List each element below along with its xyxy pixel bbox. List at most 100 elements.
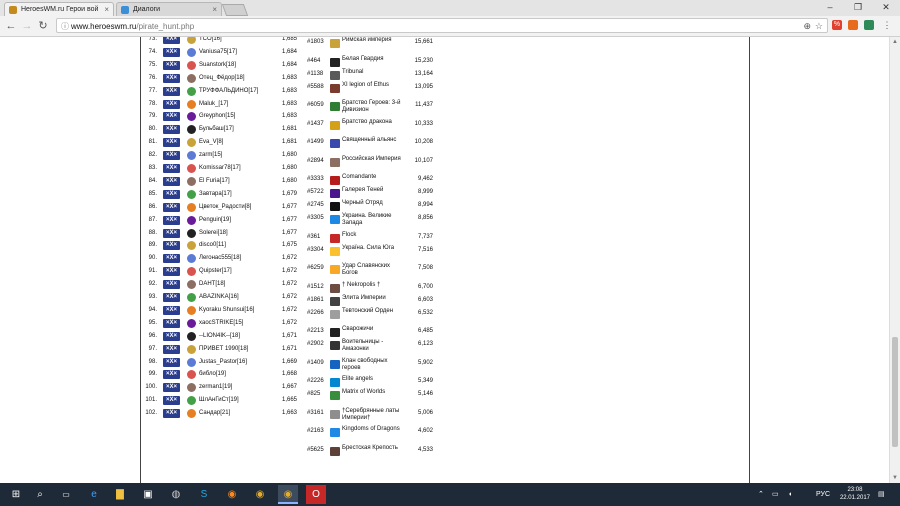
clan-name-link[interactable]: † Nekropolis †: [342, 282, 404, 289]
back-button[interactable]: ←: [4, 19, 18, 33]
extension-percent-icon[interactable]: %: [832, 20, 842, 30]
extension-orange-icon[interactable]: [848, 20, 858, 30]
clan-name-link[interactable]: Україна. Сила Юга: [342, 245, 404, 252]
clan-id-link[interactable]: #2266: [307, 310, 329, 317]
maximize-button[interactable]: ❐: [844, 0, 872, 14]
clan-id-link[interactable]: #1499: [307, 139, 329, 146]
clan-id-link[interactable]: #3305: [307, 215, 329, 222]
minimize-button[interactable]: –: [816, 0, 844, 14]
chrome-active-icon[interactable]: ◉: [278, 485, 298, 504]
clan-id-link[interactable]: #1437: [307, 121, 329, 128]
player-nick-link[interactable]: zerman1[19]: [199, 381, 232, 394]
player-nick-link[interactable]: Maluk_[17]: [199, 98, 228, 111]
clan-name-link[interactable]: Клан свободных героев: [342, 358, 404, 372]
app-icon[interactable]: ◍: [166, 485, 186, 504]
clan-name-link[interactable]: Tribunal: [342, 69, 404, 76]
bookmark-star-icon[interactable]: ☆: [815, 19, 823, 34]
forward-button[interactable]: →: [20, 19, 34, 33]
clan-id-link[interactable]: #2745: [307, 202, 329, 209]
clan-name-link[interactable]: Воительницы - Амазонки: [342, 339, 404, 353]
clan-id-link[interactable]: #6059: [307, 102, 329, 109]
player-nick-link[interactable]: El Furia[17]: [199, 175, 230, 188]
language-indicator[interactable]: РУС: [816, 483, 830, 506]
tab-heroeswm[interactable]: HeroesWM.ru Герои вой ×: [4, 2, 114, 16]
tray-up-icon[interactable]: ⌃: [758, 483, 764, 506]
player-nick-link[interactable]: ШлАнГиСт[19]: [199, 394, 239, 407]
skype-icon[interactable]: S: [194, 485, 214, 504]
clan-id-link[interactable]: #464: [307, 58, 329, 65]
player-nick-link[interactable]: zarm[15]: [199, 149, 222, 162]
address-bar[interactable]: ⓘ www.heroeswm.ru/pirate_hunt.php ⊕ ☆: [56, 18, 828, 33]
clan-id-link[interactable]: #3161: [307, 410, 329, 417]
clan-id-link[interactable]: #3304: [307, 247, 329, 254]
clan-id-link[interactable]: #5588: [307, 84, 329, 91]
task-view-icon[interactable]: ▭: [56, 485, 76, 504]
zoom-icon[interactable]: ⊕: [803, 19, 811, 34]
close-tab-icon[interactable]: ×: [212, 3, 217, 16]
scroll-down-icon[interactable]: ▼: [890, 473, 900, 483]
clan-id-link[interactable]: #361: [307, 234, 329, 241]
player-nick-link[interactable]: Завтара[17]: [199, 188, 232, 201]
notifications-icon[interactable]: ▤: [878, 483, 885, 506]
chrome-icon[interactable]: ◉: [250, 485, 270, 504]
clan-id-link[interactable]: #1803: [307, 39, 329, 46]
clan-name-link[interactable]: Священный альянс: [342, 137, 404, 144]
edge-icon[interactable]: e: [84, 485, 104, 504]
extension-green-icon[interactable]: [864, 20, 874, 30]
clan-name-link[interactable]: Элита Империи: [342, 295, 404, 302]
player-nick-link[interactable]: Лeroнас555[18]: [199, 252, 241, 265]
clan-id-link[interactable]: #2902: [307, 341, 329, 348]
player-nick-link[interactable]: Цветок_Радости[8]: [199, 201, 251, 214]
page-scrollbar[interactable]: ▲ ▼: [889, 37, 900, 483]
network-icon[interactable]: ▭: [772, 483, 779, 506]
clan-name-link[interactable]: Российская Империя: [342, 156, 404, 163]
opera-icon[interactable]: O: [306, 485, 326, 504]
clan-name-link[interactable]: Белая Гвардия: [342, 56, 404, 63]
clan-id-link[interactable]: #2894: [307, 158, 329, 165]
clock[interactable]: 23:08 22.01.2017: [840, 486, 870, 502]
player-nick-link[interactable]: Greyphon[15]: [199, 110, 235, 123]
player-nick-link[interactable]: Penguin[19]: [199, 214, 231, 227]
clan-id-link[interactable]: #1512: [307, 284, 329, 291]
scroll-up-icon[interactable]: ▲: [890, 37, 900, 47]
clan-id-link[interactable]: #5722: [307, 189, 329, 196]
clan-id-link[interactable]: #5625: [307, 447, 329, 454]
player-nick-link[interactable]: ПРИВЕТ 1990[18]: [199, 343, 248, 356]
clan-id-link[interactable]: #3333: [307, 176, 329, 183]
file-explorer-icon[interactable]: ▇: [110, 485, 130, 504]
player-nick-link[interactable]: xaocSTRIKE[15]: [199, 317, 243, 330]
clan-name-link[interactable]: Flock: [342, 232, 404, 239]
player-nick-link[interactable]: Solerei[18]: [199, 227, 228, 240]
player-nick-link[interactable]: Сандар[21]: [199, 407, 230, 420]
clan-id-link[interactable]: #6259: [307, 265, 329, 272]
clan-name-link[interactable]: Тевтонский Орден: [342, 308, 404, 315]
clan-id-link[interactable]: #1138: [307, 71, 329, 78]
clan-name-link[interactable]: Comandante: [342, 174, 404, 181]
player-nick-link[interactable]: Отец_Фёдор[18]: [199, 72, 245, 85]
clan-id-link[interactable]: #825: [307, 391, 329, 398]
close-tab-icon[interactable]: ×: [104, 3, 109, 16]
clan-name-link[interactable]: Matrix of Worlds: [342, 389, 404, 396]
clan-name-link[interactable]: †Серебрянные латы Империи†: [342, 408, 404, 422]
clan-id-link[interactable]: #2226: [307, 378, 329, 385]
player-nick-link[interactable]: disco0[11]: [199, 239, 226, 252]
player-nick-link[interactable]: ABAZINKA[16]: [199, 291, 239, 304]
clan-name-link[interactable]: Черный Отряд: [342, 200, 404, 207]
volume-icon[interactable]: ◖: [788, 483, 792, 506]
player-nick-link[interactable]: TCO[16]: [199, 37, 222, 46]
clan-name-link[interactable]: Украина. Великие Запада: [342, 213, 404, 227]
clan-name-link[interactable]: Elite angels: [342, 376, 404, 383]
clan-name-link[interactable]: XI legion of Ethus: [342, 82, 404, 89]
new-tab-button[interactable]: [221, 4, 249, 16]
player-nick-link[interactable]: Бульбаш[17]: [199, 123, 234, 136]
clan-name-link[interactable]: Сварожичи: [342, 326, 404, 333]
firefox-icon[interactable]: ◉: [222, 485, 242, 504]
player-nick-link[interactable]: Suanstork[18]: [199, 59, 236, 72]
player-nick-link[interactable]: ТРУФФАЛЬДИНО[17]: [199, 85, 258, 98]
clan-id-link[interactable]: #2163: [307, 428, 329, 435]
clan-id-link[interactable]: #2213: [307, 328, 329, 335]
page-info-icon[interactable]: ⓘ: [61, 19, 69, 34]
menu-icon[interactable]: ⋮: [882, 20, 892, 30]
player-nick-link[interactable]: Eva_V[8]: [199, 136, 223, 149]
clan-name-link[interactable]: Удар Славянских Богов: [342, 263, 404, 277]
